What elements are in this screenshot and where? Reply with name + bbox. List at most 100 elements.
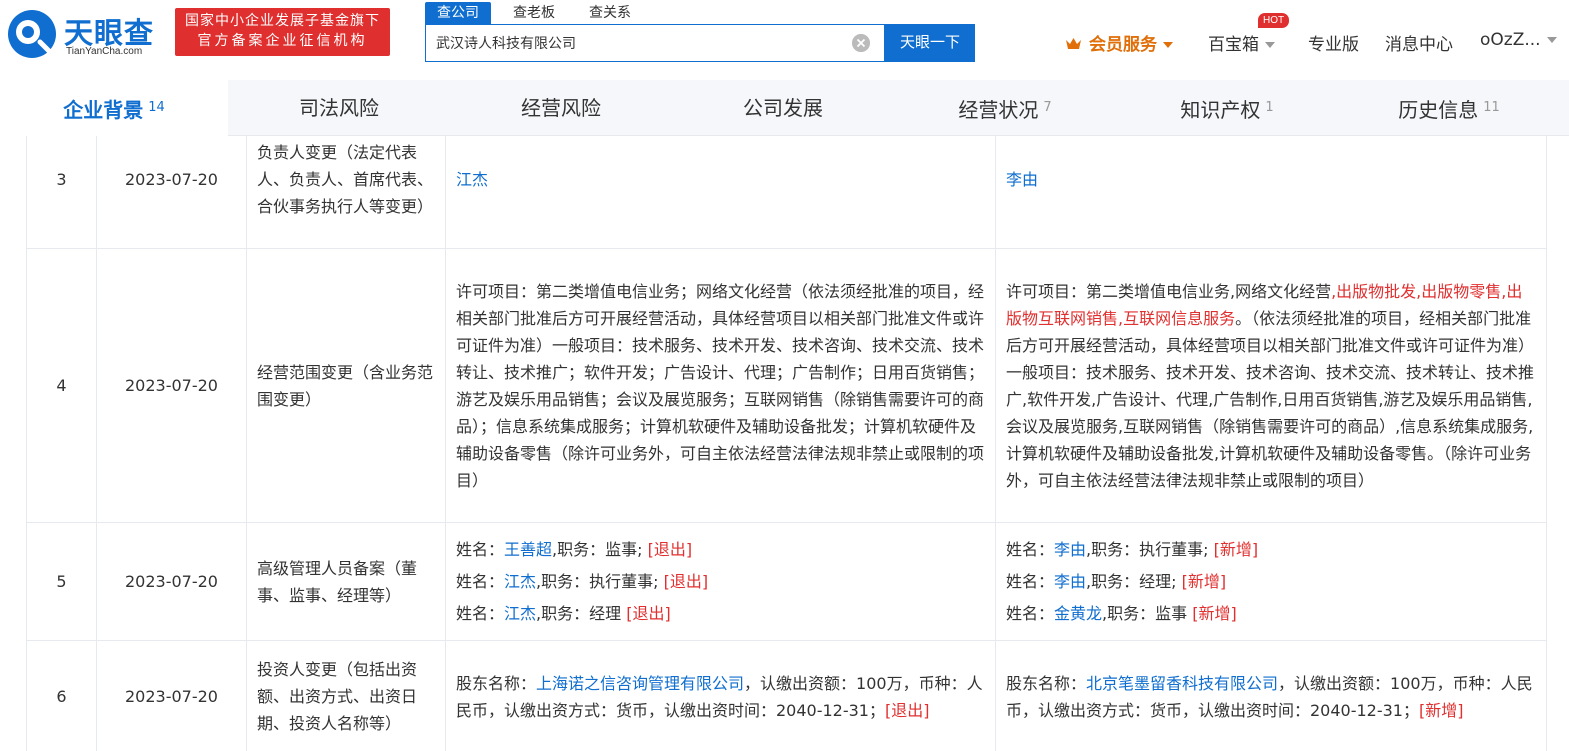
section-tabs: 企业背景 14 司法风险 经营风险 公司发展 经营状况 7 知识产权 1 历史信息 11	[0, 80, 1569, 136]
clear-icon[interactable]	[852, 34, 870, 52]
tab-company-development[interactable]: 公司发展	[672, 80, 894, 136]
new-tag: [新增]	[1192, 603, 1237, 623]
manager-entry: 姓名：江杰,职务：执行董事; [退出]	[456, 571, 709, 591]
name-label: 姓名：	[456, 539, 505, 559]
pro-version-link[interactable]: 专业版	[1308, 30, 1359, 55]
tab-label: 企业背景	[63, 98, 144, 122]
role-label: ,职务：	[552, 539, 606, 559]
search-tab-relation[interactable]: 查关系	[577, 2, 643, 24]
person-link[interactable]: 江杰	[504, 604, 536, 623]
tab-intellectual-property[interactable]: 知识产权 1	[1116, 80, 1338, 136]
before-change: 许可项目：第二类增值电信业务；网络文化经营（依法须经批准的项目，经相关部门批准后…	[445, 248, 996, 523]
table-row: 3 2023-07-20 负责人变更（法定代表人、负责人、首席代表、合伙事务执行…	[26, 136, 1547, 249]
tab-label: 经营风险	[521, 96, 601, 120]
search-tab-boss[interactable]: 查老板	[501, 2, 567, 24]
row-index: 4	[26, 248, 97, 523]
logo-domain: TianYanCha.com	[66, 46, 143, 57]
change-item: 投资人变更（包括出资额、出资方式、出资日期、投资人名称等）	[246, 640, 446, 751]
tab-count: 7	[1043, 100, 1052, 115]
manager-entry: 姓名：王善超,职务：监事; [退出]	[456, 539, 693, 559]
search-button[interactable]: 天眼一下	[885, 24, 975, 62]
change-record-table: 3 2023-07-20 负责人变更（法定代表人、负责人、首席代表、合伙事务执行…	[26, 136, 1547, 751]
role-label: ,职务：	[1086, 539, 1140, 559]
manager-entry: 姓名：李由,职务：执行董事; [新增]	[1006, 539, 1259, 559]
official-badge: 国家中小企业发展子基金旗下 官方备案企业征信机构	[175, 8, 390, 56]
crown-icon	[1066, 38, 1081, 49]
person-link[interactable]: 江杰	[504, 572, 536, 591]
shareholder-link[interactable]: 上海诺之信咨询管理有限公司	[536, 674, 744, 693]
exit-tag: [退出]	[885, 700, 930, 720]
top-header: 天眼查 TianYanCha.com 国家中小企业发展子基金旗下 官方备案企业征…	[0, 0, 1569, 80]
role-value: 执行董事	[589, 571, 654, 591]
message-center-link[interactable]: 消息中心	[1385, 30, 1453, 55]
hot-badge: HOT	[1258, 13, 1290, 28]
chevron-down-icon	[1546, 37, 1557, 43]
tab-count: 14	[148, 100, 165, 115]
name-label: 姓名：	[1006, 571, 1055, 591]
chevron-down-icon	[1265, 42, 1275, 48]
name-label: 姓名：	[1006, 539, 1055, 559]
change-item: 经营范围变更（含业务范围变更）	[246, 248, 446, 523]
role-value: 经理	[589, 603, 622, 623]
tab-label: 公司发展	[743, 96, 823, 120]
user-menu[interactable]: oOzZ...	[1480, 30, 1557, 50]
table-row: 4 2023-07-20 经营范围变更（含业务范围变更） 许可项目：第二类增值电…	[26, 248, 1547, 523]
after-change: 李由	[995, 136, 1547, 249]
search-tab-company[interactable]: 查公司	[425, 2, 491, 24]
role-value: 执行董事	[1139, 539, 1204, 559]
row-index: 5	[26, 522, 97, 641]
change-item: 高级管理人员备案（董事、监事、经理等）	[246, 522, 446, 641]
person-link[interactable]: 李由	[1006, 170, 1038, 189]
before-change: 江杰	[445, 136, 996, 249]
row-index: 6	[26, 640, 97, 751]
member-label: 会员服务	[1089, 35, 1157, 55]
search-input[interactable]	[426, 25, 846, 61]
manager-entry: 姓名：金黄龙,职务：监事 [新增]	[1006, 598, 1536, 630]
name-label: 姓名：	[1006, 603, 1055, 623]
role-value: 经理	[1139, 571, 1172, 591]
person-link[interactable]: 李由	[1054, 572, 1086, 591]
row-index: 3	[26, 136, 97, 249]
tab-label: 司法风险	[299, 96, 379, 120]
before-change: 股东名称：上海诺之信咨询管理有限公司，认缴出资额：100万，币种：人民币，认缴出…	[445, 640, 996, 751]
person-link[interactable]: 李由	[1054, 540, 1086, 559]
tab-operating-risk[interactable]: 经营风险	[450, 80, 672, 136]
exit-tag: [退出]	[663, 571, 709, 591]
tab-count: 1	[1265, 100, 1274, 115]
after-change: 股东名称：北京笔墨留香科技有限公司，认缴出资额：100万，币种：人民币，认缴出资…	[995, 640, 1547, 751]
tab-history-info[interactable]: 历史信息 11	[1338, 80, 1560, 136]
badge-line-1: 国家中小企业发展子基金旗下	[185, 13, 380, 29]
role-label: ,职务：	[1086, 571, 1140, 591]
member-service[interactable]: 会员服务	[1089, 30, 1173, 55]
tab-label: 知识产权	[1180, 98, 1261, 122]
role-label: ,职务：	[536, 571, 590, 591]
exit-tag: [退出]	[647, 539, 693, 559]
role-value: 监事	[605, 539, 638, 559]
badge-line-2: 官方备案企业征信机构	[197, 33, 368, 49]
tab-company-background[interactable]: 企业背景 14	[0, 80, 228, 136]
logo[interactable]: 天眼查 TianYanCha.com	[6, 8, 166, 60]
tab-judicial-risk[interactable]: 司法风险	[228, 80, 450, 136]
new-tag: [新增]	[1213, 539, 1259, 559]
manager-entry: 姓名：江杰,职务：经理 [退出]	[456, 598, 985, 630]
change-date: 2023-07-20	[96, 522, 247, 641]
manager-entry: 姓名：李由,职务：经理; [新增]	[1006, 571, 1227, 591]
change-date: 2023-07-20	[96, 640, 247, 751]
new-tag: [新增]	[1419, 700, 1464, 720]
toolbox-menu[interactable]: 百宝箱	[1208, 30, 1275, 55]
toolbox-label: 百宝箱	[1208, 35, 1259, 55]
table-row: 6 2023-07-20 投资人变更（包括出资额、出资方式、出资日期、投资人名称…	[26, 640, 1547, 751]
role-value: 监事	[1155, 603, 1188, 623]
person-link[interactable]: 金黄龙	[1054, 604, 1102, 623]
change-item: 负责人变更（法定代表人、负责人、首席代表、合伙事务执行人等变更）	[246, 136, 446, 249]
change-date: 2023-07-20	[96, 136, 247, 249]
before-change: 姓名：王善超,职务：监事; [退出] 姓名：江杰,职务：执行董事; [退出] 姓…	[445, 522, 996, 641]
search-box	[425, 24, 885, 62]
tab-count: 11	[1483, 100, 1500, 115]
tab-operating-status[interactable]: 经营状况 7	[894, 80, 1116, 136]
after-change: 姓名：李由,职务：执行董事; [新增] 姓名：李由,职务：经理; [新增] 姓名…	[995, 522, 1547, 641]
role-label: ,职务：	[536, 603, 590, 623]
person-link[interactable]: 江杰	[456, 170, 488, 189]
shareholder-link[interactable]: 北京笔墨留香科技有限公司	[1086, 674, 1278, 693]
person-link[interactable]: 王善超	[504, 540, 552, 559]
